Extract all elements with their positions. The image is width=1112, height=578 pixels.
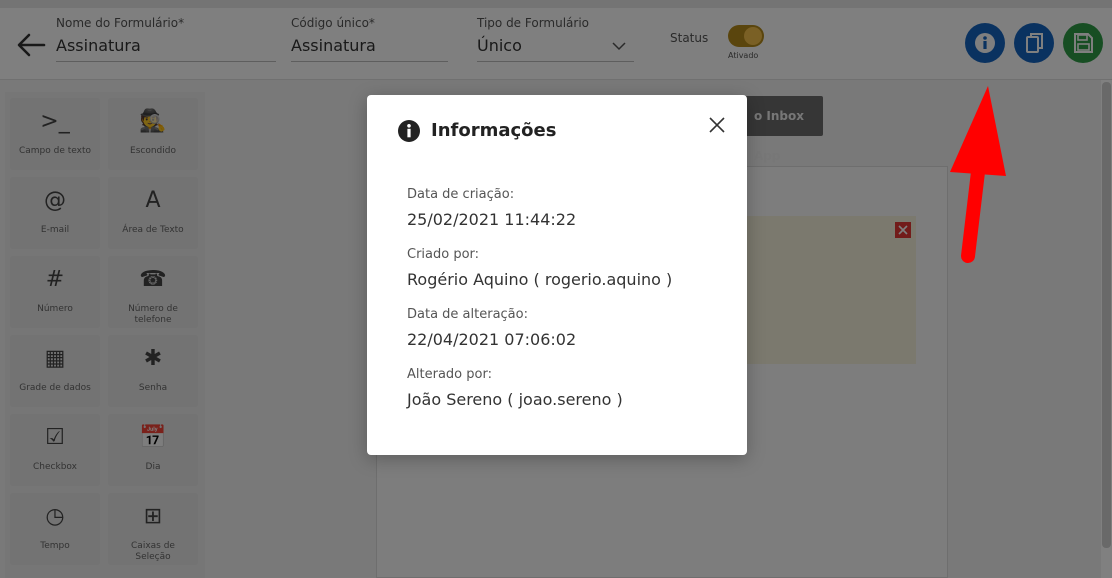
scrollbar-thumb[interactable] bbox=[1102, 82, 1111, 548]
info-label: Data de alteração: bbox=[407, 307, 528, 322]
close-icon[interactable] bbox=[707, 115, 727, 135]
info-value: 22/04/2021 07:06:02 bbox=[407, 330, 577, 349]
info-modal: Informações Data de criação: 25/02/2021 … bbox=[367, 95, 747, 455]
info-label: Criado por: bbox=[407, 247, 480, 262]
info-value: 25/02/2021 11:44:22 bbox=[407, 210, 577, 229]
info-row-created-at: Data de criação: 25/02/2021 11:44:22 bbox=[407, 187, 576, 231]
info-value: Rogério Aquino ( rogerio.aquino ) bbox=[407, 270, 673, 289]
info-icon bbox=[398, 120, 420, 142]
info-label: Data de criação: bbox=[407, 187, 515, 202]
modal-title: Informações bbox=[431, 120, 557, 141]
info-value: João Sereno ( joao.sereno ) bbox=[407, 390, 623, 409]
info-row-modified-by: Alterado por: João Sereno ( joao.sereno … bbox=[407, 367, 623, 411]
info-label: Alterado por: bbox=[407, 367, 492, 382]
info-row-created-by: Criado por: Rogério Aquino ( rogerio.aqu… bbox=[407, 247, 672, 291]
info-row-modified-at: Data de alteração: 22/04/2021 07:06:02 bbox=[407, 307, 576, 351]
annotation-arrow bbox=[950, 86, 1006, 263]
